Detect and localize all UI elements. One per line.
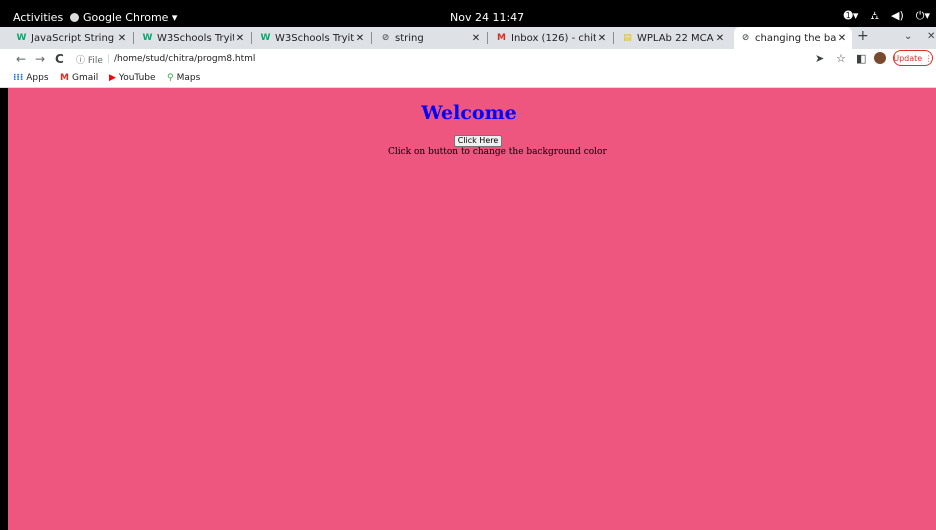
tab-title: JavaScript String Me bbox=[31, 32, 116, 44]
tab-title: W3Schools Tryit Edit bbox=[275, 32, 354, 44]
bookmark-star-icon[interactable]: ☆ bbox=[836, 52, 846, 65]
browser-tab[interactable]: ⊘ string ✕ bbox=[374, 27, 486, 49]
power-icon[interactable]: ⏻▾ bbox=[916, 9, 930, 24]
page-heading: Welcome bbox=[421, 102, 517, 124]
tab-close-icon[interactable]: ✕ bbox=[714, 33, 726, 44]
apps-icon: ⁝⁝⁝ bbox=[13, 73, 24, 83]
update-button[interactable]: Update ⋮ bbox=[893, 50, 933, 66]
volume-icon[interactable]: ◀) bbox=[891, 9, 904, 24]
tab-favicon-icon: ▤ bbox=[623, 32, 632, 43]
address-bar[interactable]: ⓘ File | /home/stud/chitra/progm8.html bbox=[76, 51, 816, 67]
update-label: Update bbox=[893, 53, 923, 63]
bookmark-youtube[interactable]: ▶ YouTube bbox=[109, 73, 156, 83]
reload-button[interactable]: C bbox=[55, 52, 64, 66]
chrome-icon bbox=[70, 13, 79, 22]
browser-tab[interactable]: ▤ WPLAb 22 MCA22 A✕ bbox=[616, 27, 730, 49]
bookmarks-bar: ⁝⁝⁝ Apps M Gmail ▶ YouTube ⚲ Maps bbox=[0, 69, 936, 88]
bookmark-label: Apps bbox=[26, 73, 49, 83]
omnibox-separator: | bbox=[106, 54, 110, 64]
tab-title: W3Schools Tryit Edit bbox=[157, 32, 234, 44]
tab-favicon-icon: W bbox=[16, 32, 27, 43]
side-panel-icon[interactable]: ◧ bbox=[856, 52, 866, 65]
window-close-icon[interactable]: ✕ bbox=[927, 31, 935, 42]
tab-favicon-icon: W bbox=[260, 32, 271, 43]
tab-separator bbox=[487, 32, 488, 44]
tab-close-icon[interactable]: ✕ bbox=[354, 33, 366, 44]
tab-separator bbox=[133, 32, 134, 44]
instruction-text: Click on button to change the background… bbox=[388, 147, 607, 157]
accessibility-icon[interactable]: ➊▾ bbox=[844, 9, 859, 24]
browser-tab[interactable]: W JavaScript String Me✕ bbox=[10, 27, 132, 49]
site-info-icon[interactable]: ⓘ File bbox=[76, 53, 103, 66]
tab-close-icon[interactable]: ✕ bbox=[234, 33, 246, 44]
tab-favicon-icon: M bbox=[497, 32, 506, 43]
url-text[interactable]: /home/stud/chitra/progm8.html bbox=[114, 54, 255, 64]
browser-toolbar: ← → C ⓘ File | /home/stud/chitra/progm8.… bbox=[0, 49, 936, 69]
tab-close-icon[interactable]: ✕ bbox=[470, 33, 482, 44]
profile-avatar[interactable] bbox=[874, 52, 886, 64]
browser-tab[interactable]: W W3Schools Tryit Edit✕ bbox=[254, 27, 370, 49]
tab-search-icon[interactable]: ⌄ bbox=[904, 31, 912, 42]
gmail-icon: M bbox=[60, 73, 69, 83]
tab-separator bbox=[251, 32, 252, 44]
forward-button[interactable]: → bbox=[35, 52, 45, 66]
back-button[interactable]: ← bbox=[16, 52, 26, 66]
tab-title: changing the backgr bbox=[755, 32, 836, 44]
share-icon[interactable]: ➤ bbox=[815, 52, 824, 65]
network-icon[interactable]: ⛼ bbox=[870, 9, 879, 24]
app-menu[interactable]: Google Chrome ▾ bbox=[70, 11, 177, 24]
system-tray[interactable]: ➊▾ ⛼ ◀) ⏻▾ bbox=[844, 9, 930, 24]
bookmark-maps[interactable]: ⚲ Maps bbox=[167, 73, 200, 83]
tab-favicon-icon: ⊘ bbox=[381, 32, 390, 43]
activities-button[interactable]: Activities bbox=[13, 11, 63, 24]
tab-title: Inbox (126) - chitrak bbox=[511, 32, 596, 44]
bookmark-label: YouTube bbox=[118, 73, 156, 83]
tab-favicon-icon: ⊘ bbox=[741, 32, 750, 43]
app-name: Google Chrome ▾ bbox=[83, 11, 178, 24]
tab-close-icon[interactable]: ✕ bbox=[836, 33, 848, 44]
browser-tab[interactable]: M Inbox (126) - chitrak✕ bbox=[490, 27, 612, 49]
bookmark-gmail[interactable]: M Gmail bbox=[60, 73, 98, 83]
bookmark-apps[interactable]: ⁝⁝⁝ Apps bbox=[13, 73, 49, 83]
tab-separator bbox=[613, 32, 614, 44]
click-here-button[interactable]: Click Here bbox=[454, 135, 502, 147]
bookmark-label: Gmail bbox=[71, 73, 99, 83]
browser-tab[interactable]: ⊘ changing the backgr✕ bbox=[734, 27, 852, 49]
tab-separator bbox=[371, 32, 372, 44]
new-tab-button[interactable]: + bbox=[857, 28, 869, 44]
tab-strip: WJavaScript String Me✕WW3Schools Tryit E… bbox=[0, 27, 936, 49]
browser-tab[interactable]: W W3Schools Tryit Edit✕ bbox=[136, 27, 250, 49]
clock[interactable]: Nov 24 11:47 bbox=[450, 11, 524, 24]
tab-close-icon[interactable]: ✕ bbox=[596, 33, 608, 44]
bookmark-label: Maps bbox=[176, 73, 201, 83]
page-viewport: Welcome Click Here Click on button to ch… bbox=[8, 88, 936, 530]
tab-favicon-icon: W bbox=[142, 32, 153, 43]
tab-title: WPLAb 22 MCA22 A bbox=[637, 32, 714, 44]
maps-icon: ⚲ bbox=[167, 73, 174, 83]
youtube-icon: ▶ bbox=[109, 73, 116, 83]
system-top-bar: Activities Google Chrome ▾ Nov 24 11:47 … bbox=[0, 0, 936, 27]
tab-close-icon[interactable]: ✕ bbox=[116, 33, 128, 44]
tab-title: string bbox=[395, 32, 424, 44]
